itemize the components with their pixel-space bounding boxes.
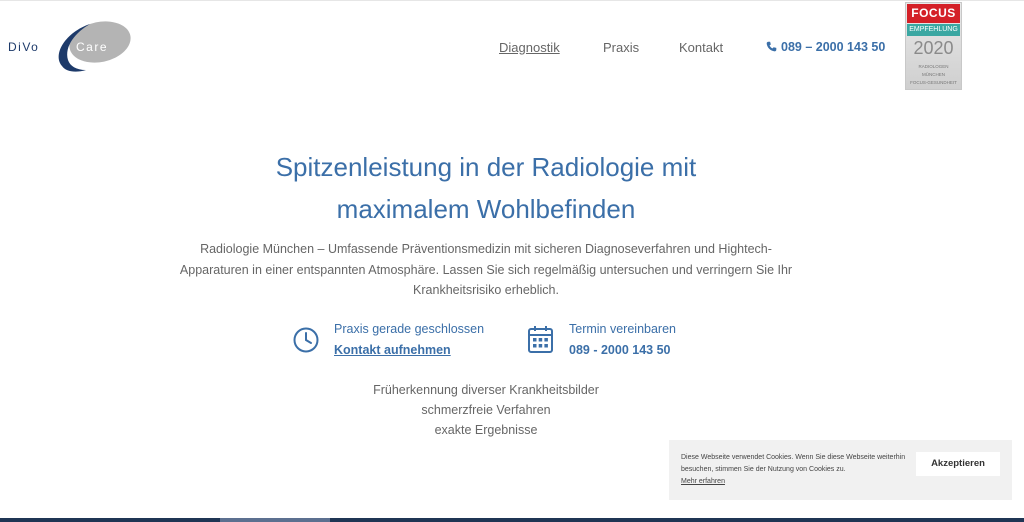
- cookie-banner: Diese Webseite verwendet Cookies. Wenn S…: [669, 440, 1012, 500]
- phone-icon: [766, 41, 777, 52]
- nav-item-kontakt[interactable]: Kontakt: [679, 40, 723, 55]
- badge-category: RADIOLOGEN: [918, 64, 949, 69]
- appointment-phone-link[interactable]: 089 - 2000 143 50: [569, 343, 670, 357]
- feature-item: schmerzfreie Verfahren: [421, 403, 551, 417]
- hero-title-line-2: maximalem Wohlbefinden: [336, 194, 636, 224]
- hero-lead-text: Radiologie München – Umfassende Präventi…: [179, 242, 793, 297]
- badge-footer: FOCUS-GESUNDHEIT: [910, 80, 957, 85]
- nav-item-praxis[interactable]: Praxis: [603, 40, 639, 55]
- badge-title: EMPFEHLUNG: [907, 24, 960, 36]
- feature-list: Früherkennung diverser Krankheitsbilder …: [0, 380, 972, 440]
- calendar-icon: [528, 326, 553, 353]
- main-nav: Diagnostik Praxis Kontakt 089 – 2000 143…: [0, 40, 1024, 56]
- bottom-bar: [0, 518, 1024, 522]
- cookie-text-block: Diese Webseite verwendet Cookies. Wenn S…: [681, 452, 911, 488]
- bottom-bar-segment: [220, 518, 330, 522]
- cookie-accept-button[interactable]: Akzeptieren: [916, 452, 1000, 476]
- nav-phone-number: 089 – 2000 143 50: [781, 40, 886, 54]
- opening-status-text: Praxis gerade geschlossen: [334, 322, 485, 336]
- cookie-message: Diese Webseite verwendet Cookies. Wenn S…: [681, 454, 906, 473]
- appointment-label: Termin vereinbaren: [569, 322, 676, 336]
- nav-phone-link[interactable]: 089 – 2000 143 50: [766, 40, 885, 54]
- feature-item: exakte Ergebnisse: [434, 423, 538, 437]
- nav-item-diagnostik[interactable]: Diagnostik: [499, 40, 560, 55]
- top-border: [0, 0, 1024, 1]
- badge-details: RADIOLOGEN MÜNCHEN FOCUS-GESUNDHEIT: [906, 63, 961, 87]
- badge-year: 2020: [913, 38, 954, 58]
- hero-title-line-1: Spitzenleistung in der Radiologie mit: [275, 152, 697, 182]
- clock-icon: [293, 327, 319, 353]
- badge-brand: FOCUS: [907, 4, 960, 23]
- cookie-more-link[interactable]: Mehr erfahren: [681, 478, 725, 485]
- badge-city: MÜNCHEN: [922, 72, 945, 77]
- feature-item: Früherkennung diverser Krankheitsbilder: [373, 383, 599, 397]
- contact-link[interactable]: Kontakt aufnehmen: [334, 343, 451, 357]
- hero-title: Spitzenleistung in der Radiologie mit ma…: [0, 146, 972, 230]
- focus-award-badge: FOCUS EMPFEHLUNG 2020 RADIOLOGEN MÜNCHEN…: [905, 2, 962, 90]
